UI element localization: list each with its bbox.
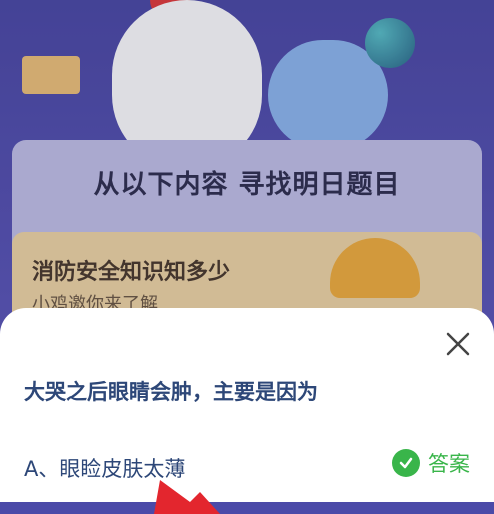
check-circle-icon (392, 449, 420, 477)
answer-sheet: 大哭之后眼睛会肿，主要是因为 A、眼睑皮肤太薄 答案 (0, 308, 494, 502)
answer-indicator: 答案 (392, 448, 470, 478)
question-text: 大哭之后眼睛会肿，主要是因为 (24, 380, 318, 404)
answer-label: 答案 (428, 452, 470, 476)
close-icon[interactable] (444, 330, 472, 358)
red-arrow-icon (154, 480, 220, 514)
